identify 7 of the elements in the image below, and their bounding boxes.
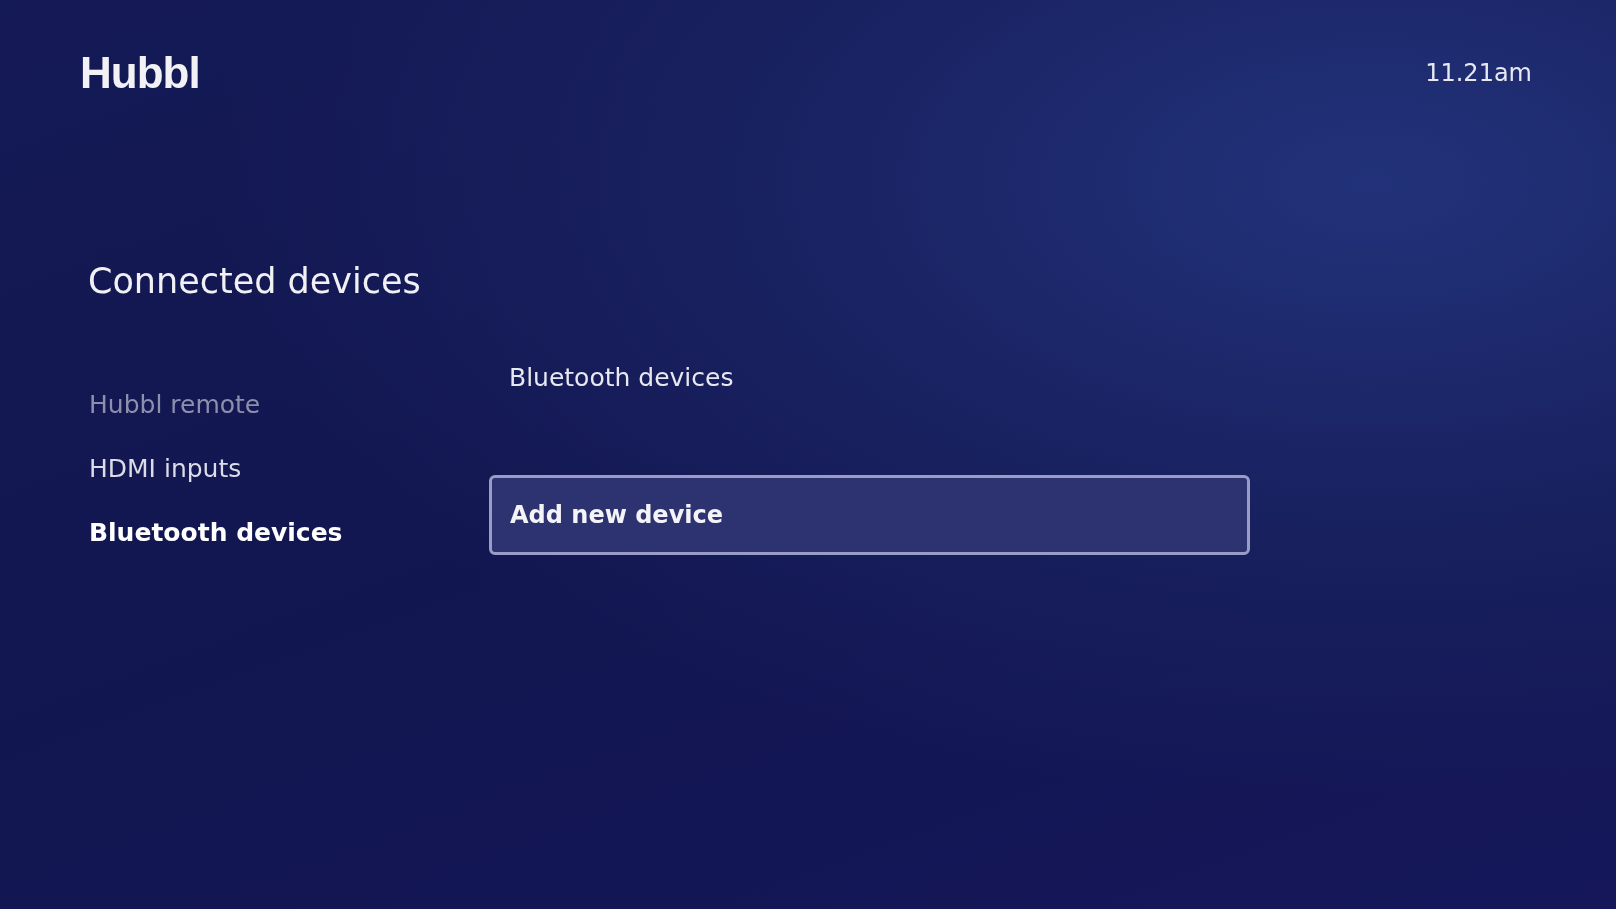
- menu-item[interactable]: Bluetooth devices: [89, 518, 489, 548]
- add-device-button[interactable]: Add new device: [489, 475, 1250, 555]
- section-heading: Bluetooth devices: [508, 363, 735, 393]
- menu-item[interactable]: HDMI inputs: [89, 454, 489, 484]
- logo: Hubbl: [80, 48, 200, 98]
- page-title: Connected devices: [88, 261, 422, 301]
- clock-time: 11.21am: [1425, 59, 1532, 87]
